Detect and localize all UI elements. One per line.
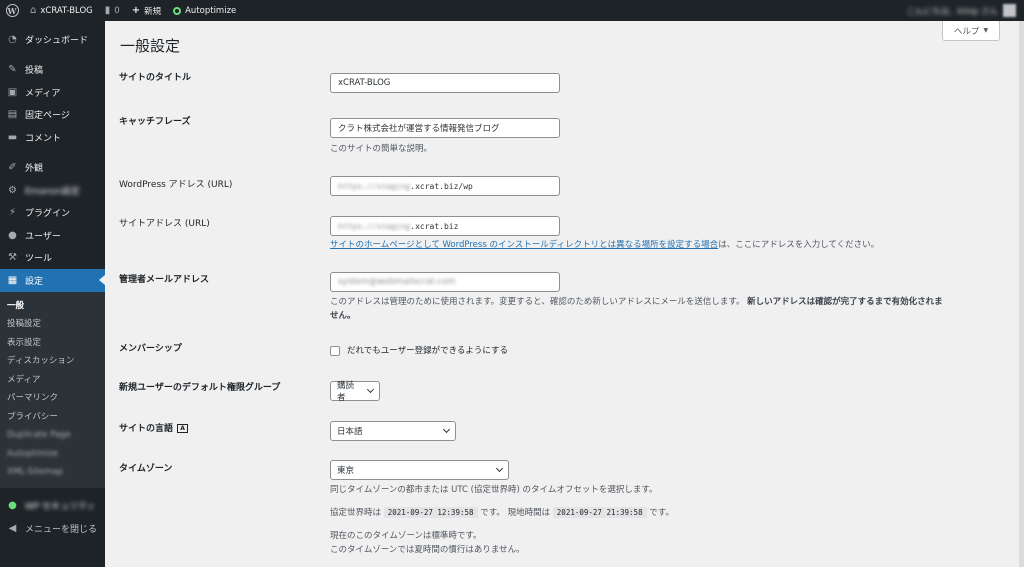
- settings-icon: ▦: [7, 274, 18, 286]
- collapse-arrow-icon: ◀: [8, 522, 17, 534]
- utc-time: 2021-09-27 12:39:58: [383, 507, 478, 518]
- submenu-item-general[interactable]: 一般: [0, 297, 105, 316]
- sidebar-item-emanon-settings[interactable]: ⚙ Emanon設定: [0, 179, 105, 202]
- comments-link[interactable]: ▮ 0: [99, 0, 126, 21]
- wp-url-input[interactable]: https://staging .xcrat.biz/wp: [330, 176, 560, 196]
- sidebar-item-pages[interactable]: ▤ 固定ページ: [0, 104, 105, 127]
- submenu-item-privacy[interactable]: プライバシー: [0, 408, 105, 427]
- site-name-link[interactable]: ⌂ xCRAT-BLOG: [24, 0, 99, 21]
- submenu-item-reading[interactable]: 表示設定: [0, 334, 105, 353]
- site-name: xCRAT-BLOG: [40, 5, 93, 16]
- autoptimize-link[interactable]: Autoptimize: [167, 0, 242, 21]
- submenu-item-xml-sitemap[interactable]: XML-Sitemap: [0, 463, 105, 482]
- gear-icon: ⚙: [8, 184, 17, 196]
- page-icon: ▤: [7, 109, 18, 121]
- submenu-item-permalink[interactable]: パーマリンク: [0, 389, 105, 408]
- new-label: 新規: [144, 6, 162, 17]
- sidebar-item-users[interactable]: ● ユーザー: [0, 224, 105, 247]
- site-title-label: サイトのタイトル: [119, 73, 192, 83]
- tagline-description: このサイトの簡単な説明。: [330, 144, 433, 154]
- plugin-icon: ⚡: [8, 207, 17, 219]
- settings-submenu: 一般 投稿設定 表示設定 ディスカッション メディア パーマリンク プライバシー…: [0, 291, 105, 488]
- language-select[interactable]: 日本語: [330, 421, 456, 441]
- default-role-label: 新規ユーザーのデフォルト権限グループ: [119, 383, 281, 393]
- membership-label: メンバーシップ: [119, 344, 182, 354]
- sidebar-item-plugins[interactable]: ⚡ プラグイン: [0, 202, 105, 225]
- collapse-menu-button[interactable]: ◀ メニューを閉じる: [0, 517, 105, 540]
- submenu-item-discussion[interactable]: ディスカッション: [0, 352, 105, 371]
- greeting: こんにちは、kimp さん: [906, 6, 998, 17]
- submenu-item-autoptimize[interactable]: Autoptimize: [0, 445, 105, 464]
- wrench-icon: ⚒: [8, 252, 17, 264]
- chevron-down-icon: [495, 464, 504, 473]
- site-title-input[interactable]: xCRAT-BLOG: [330, 73, 560, 93]
- timezone-description: 同じタイムゾーンの都市または UTC (協定世界時) のタイムオフセットを選択し…: [330, 485, 658, 495]
- translation-icon: A: [177, 424, 189, 433]
- submenu-item-media[interactable]: メディア: [0, 371, 105, 390]
- site-url-description: サイトのホームページとして WordPress のインストールディレクトリとは異…: [330, 240, 880, 250]
- sidebar-item-media[interactable]: ▣ メディア: [0, 81, 105, 104]
- pin-icon: ✎: [8, 64, 17, 76]
- dashboard-icon: ◔: [8, 33, 17, 45]
- default-role-select[interactable]: 購読者: [330, 381, 380, 403]
- sidebar-item-posts[interactable]: ✎ 投稿: [0, 59, 105, 82]
- autoptimize-label: Autoptimize: [185, 5, 237, 16]
- timezone-label: タイムゾーン: [119, 464, 173, 474]
- membership-checkbox-row[interactable]: だれでもユーザー登録ができるようにする: [330, 344, 508, 358]
- local-time: 2021-09-27 21:39:58: [552, 507, 647, 518]
- home-icon: ⌂: [30, 5, 37, 16]
- admin-email-input[interactable]: system@webmailxcrat.com: [330, 272, 560, 292]
- membership-checkbox[interactable]: [330, 345, 340, 356]
- sidebar-item-settings[interactable]: ▦ 設定: [0, 269, 105, 292]
- wp-url-label: WordPress アドレス (URL): [119, 180, 233, 190]
- status-circle-icon: [173, 6, 182, 15]
- scrollbar[interactable]: [1019, 21, 1024, 567]
- comment-bubble-icon: ▮: [104, 5, 111, 16]
- chevron-down-icon: [442, 425, 451, 434]
- comment-icon: ▬: [7, 131, 18, 143]
- sidebar-item-wp-security[interactable]: ● WP セキュリティ: [0, 495, 105, 518]
- timezone-standard-note: 現在のこのタイムゾーンは標準時です。: [330, 531, 482, 541]
- chevron-down-icon: [367, 385, 375, 394]
- sidebar-item-tools[interactable]: ⚒ ツール: [0, 247, 105, 270]
- admin-sidebar: ◔ ダッシュボード ✎ 投稿 ▣ メディア ▤ 固定ページ ▬ コメント ✐ 外観 ⚙ Ema…: [0, 21, 105, 567]
- language-label: サイトの言語 A: [119, 421, 189, 434]
- timezone-select[interactable]: 東京: [330, 460, 509, 480]
- caret-down-icon: ▼: [983, 27, 989, 34]
- brush-icon: ✐: [8, 162, 17, 174]
- tagline-label: キャッチフレーズ: [119, 117, 191, 127]
- media-icon: ▣: [7, 86, 18, 98]
- help-button[interactable]: ヘルプ ▼: [942, 21, 1000, 41]
- wordpress-logo-icon[interactable]: W: [0, 0, 24, 21]
- comments-count: 0: [114, 5, 120, 16]
- new-content-link[interactable]: + 新規: [126, 0, 167, 21]
- sidebar-item-appearance[interactable]: ✐ 外観: [0, 157, 105, 180]
- time-readout: 協定世界時は 2021-09-27 12:39:58 です。 現地時間は 202…: [330, 507, 674, 518]
- admin-bar: W ⌂ xCRAT-BLOG ▮ 0 + 新規 Autoptimize こんにち…: [0, 0, 1024, 21]
- admin-email-description: このアドレスは管理のために使用されます。変更すると、確認のため新しいアドレスにメ…: [330, 297, 943, 321]
- help-label: ヘルプ: [953, 26, 980, 37]
- user-icon: ●: [8, 229, 17, 241]
- site-url-label: サイトアドレス (URL): [119, 219, 210, 229]
- sidebar-item-dashboard[interactable]: ◔ ダッシュボード: [0, 28, 105, 51]
- page-title: 一般設定: [120, 37, 181, 55]
- timezone-dst-note: このタイムゾーンでは夏時間の慣行はありません。: [330, 545, 525, 555]
- main-content: 一般設定 ヘルプ ▼ サイトのタイトル xCRAT-BLOG キャッチフレーズ …: [105, 21, 1024, 567]
- account-menu[interactable]: こんにちは、kimp さん: [906, 4, 1024, 17]
- site-url-input[interactable]: https://staging .xcrat.biz: [330, 216, 560, 236]
- shield-icon: ●: [8, 500, 17, 512]
- admin-email-label: 管理者メールアドレス: [119, 275, 210, 285]
- sidebar-item-comments[interactable]: ▬ コメント: [0, 126, 105, 149]
- tagline-input[interactable]: クラト株式会社が運営する情報発信ブログ: [330, 118, 560, 138]
- submenu-item-writing[interactable]: 投稿設定: [0, 315, 105, 334]
- site-url-help-link[interactable]: サイトのホームページとして WordPress のインストールディレクトリとは異…: [330, 240, 718, 250]
- submenu-item-duplicate-page[interactable]: Duplicate Page: [0, 426, 105, 445]
- plus-icon: +: [131, 5, 141, 16]
- avatar: [1003, 4, 1016, 17]
